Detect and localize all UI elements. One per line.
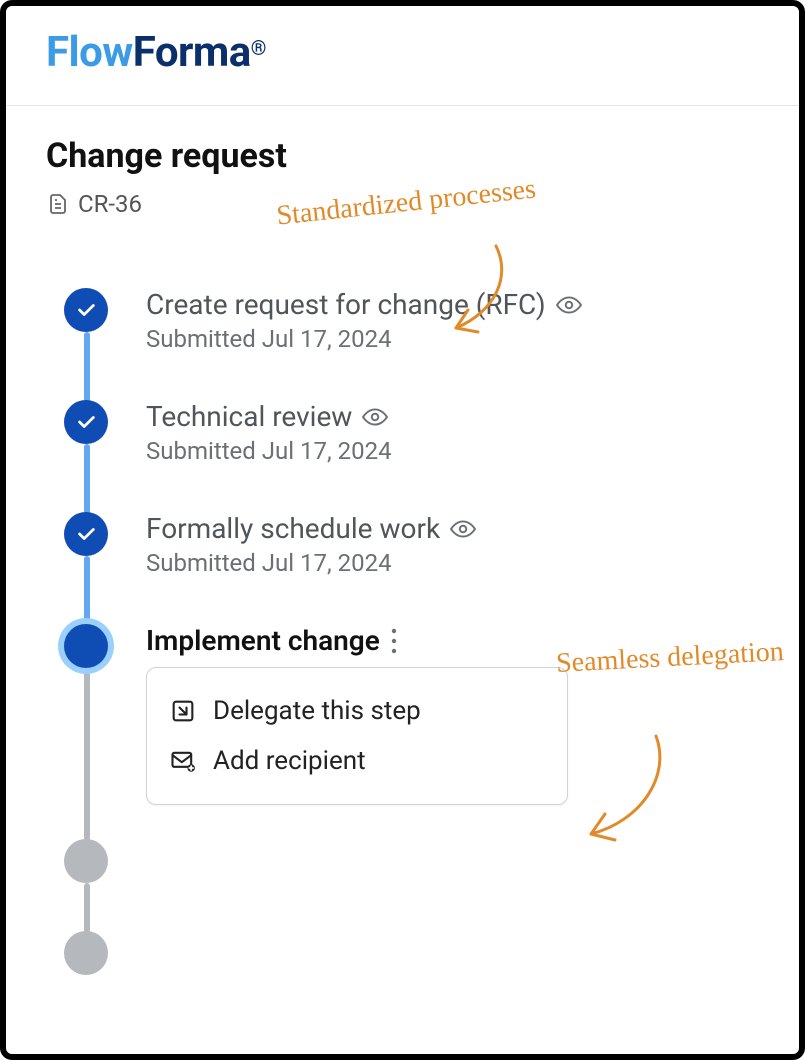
workflow-timeline: Create request for change (RFC) Submitte… — [46, 288, 759, 975]
step-status-done-icon — [64, 288, 108, 332]
eye-icon[interactable] — [450, 516, 476, 542]
connector — [84, 883, 90, 933]
registered-mark-icon: ® — [251, 36, 266, 60]
record-id: CR-36 — [78, 190, 142, 218]
step-title[interactable]: Formally schedule work — [146, 512, 440, 545]
step-subtitle: Submitted Jul 17, 2024 — [146, 549, 759, 577]
step-subtitle: Submitted Jul 17, 2024 — [146, 437, 759, 465]
connector — [84, 332, 90, 402]
eye-icon[interactable] — [362, 404, 388, 430]
step-status-done-icon — [64, 512, 108, 556]
step-actions-menu: Delegate this step Add recipient — [146, 667, 568, 805]
step-technical-review: Technical review Submitted Jul 17, 2024 — [146, 400, 759, 512]
step-status-current-icon — [64, 624, 108, 668]
step-future-2 — [146, 931, 759, 975]
step-schedule-work: Formally schedule work Submitted Jul 17,… — [146, 512, 759, 624]
step-status-done-icon — [64, 400, 108, 444]
annotation-arrow-icon — [416, 236, 536, 356]
app-header: FlowForma® — [6, 6, 799, 106]
more-options-icon[interactable] — [390, 627, 398, 655]
menu-item-label: Add recipient — [213, 746, 366, 776]
annotation-arrow-icon — [561, 726, 701, 866]
step-title[interactable]: Technical review — [146, 400, 352, 433]
document-icon — [46, 192, 70, 216]
brand-logo: FlowForma® — [46, 28, 759, 77]
step-status-future-icon — [64, 839, 108, 883]
step-status-future-icon — [64, 931, 108, 975]
mail-plus-icon — [169, 747, 197, 775]
delegate-icon — [169, 697, 197, 725]
step-title[interactable]: Implement change — [146, 624, 380, 657]
connector — [84, 556, 90, 626]
connector — [84, 444, 90, 514]
page-title: Change request — [46, 136, 759, 176]
connector — [84, 668, 90, 841]
menu-item-label: Delegate this step — [213, 696, 421, 726]
menu-item-add-recipient[interactable]: Add recipient — [157, 736, 557, 786]
menu-item-delegate[interactable]: Delegate this step — [157, 686, 557, 736]
eye-icon[interactable] — [556, 292, 582, 318]
